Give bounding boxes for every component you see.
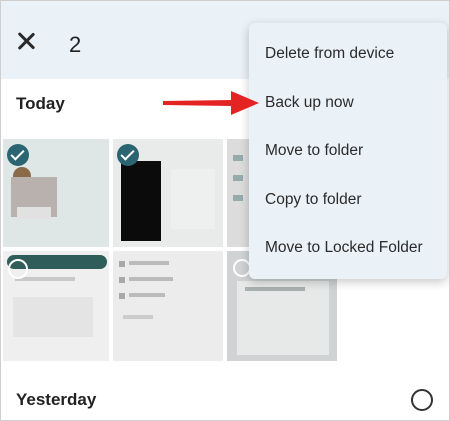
section-header-yesterday: Yesterday: [16, 390, 97, 409]
photo-thumbnail-2[interactable]: [113, 139, 223, 247]
section-header-today: Today: [16, 94, 65, 113]
photo-detail: [233, 175, 243, 181]
photo-detail: [233, 195, 243, 201]
menu-item-back-up-now[interactable]: Back up now: [265, 94, 354, 112]
phone-screenshot: [121, 161, 161, 241]
menu-item-move-to-locked-folder[interactable]: Move to Locked Folder: [265, 239, 423, 257]
selected-check-icon[interactable]: [7, 144, 29, 166]
photo-detail: [171, 169, 215, 229]
menu-item-move-to-folder[interactable]: Move to folder: [265, 142, 363, 160]
callout-arrow-icon: [163, 91, 259, 115]
selected-check-icon[interactable]: [117, 144, 139, 166]
overflow-menu: Delete from device Back up now Move to f…: [249, 23, 447, 279]
photo-selection-screen: 2 Today Yesterday Delete from device Bac…: [0, 0, 450, 421]
photo-thumbnail-5[interactable]: [113, 251, 223, 361]
photo-detail: [237, 281, 329, 355]
photo-thumbnail-4[interactable]: [3, 251, 109, 361]
photo-detail: [13, 297, 93, 337]
select-group-circle-icon[interactable]: [411, 389, 433, 411]
menu-item-copy-to-folder[interactable]: Copy to folder: [265, 191, 362, 209]
select-circle-icon[interactable]: [8, 259, 28, 279]
photo-thumbnail-3[interactable]: [227, 139, 249, 247]
photo-detail: [129, 277, 173, 281]
photo-detail: [123, 315, 153, 319]
photo-detail: [15, 277, 75, 281]
photo-detail: [119, 277, 125, 283]
menu-item-delete-from-device[interactable]: Delete from device: [265, 45, 394, 63]
photo-detail: [129, 293, 165, 297]
photo-detail: [245, 287, 305, 291]
photo-thumbnail-1[interactable]: [3, 139, 109, 247]
photo-detail: [129, 261, 169, 265]
photo-detail: [119, 293, 125, 299]
close-icon[interactable]: [13, 29, 39, 55]
photo-detail: [17, 207, 51, 219]
photo-detail: [119, 261, 125, 267]
photo-detail: [233, 155, 243, 161]
selected-count: 2: [69, 32, 82, 57]
